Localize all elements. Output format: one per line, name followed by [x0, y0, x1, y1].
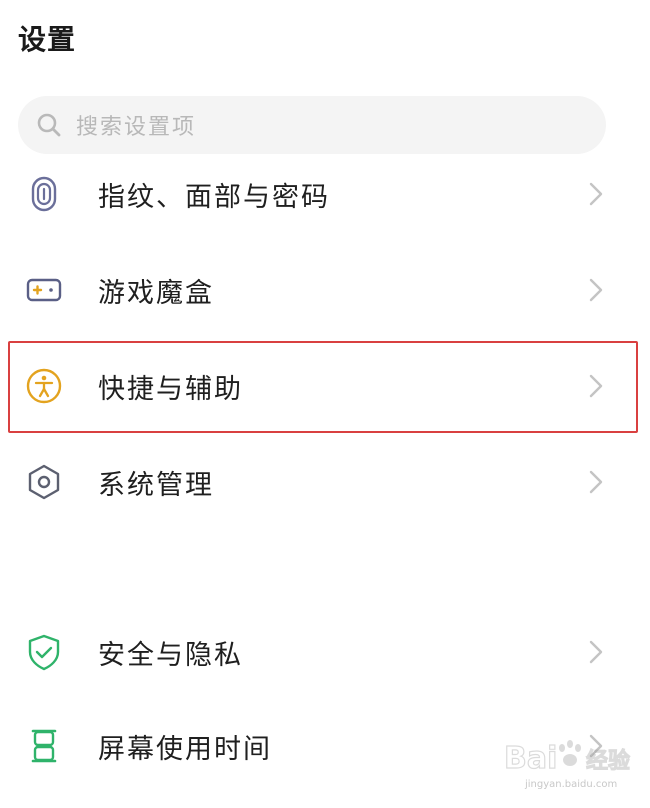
- settings-item-system-management[interactable]: 系统管理: [0, 434, 650, 530]
- settings-item-fingerprint[interactable]: 指纹、面部与密码: [0, 146, 650, 242]
- svg-text:Bai: Bai: [504, 741, 557, 776]
- shield-check-icon: [22, 630, 66, 674]
- chevron-right-icon: [586, 637, 606, 667]
- fingerprint-icon: [22, 172, 66, 216]
- settings-item-label: 安全与隐私: [98, 639, 243, 671]
- settings-item-shortcuts-accessibility[interactable]: 快捷与辅助: [0, 338, 650, 434]
- search-icon: [36, 112, 62, 138]
- chevron-right-icon: [586, 467, 606, 497]
- settings-item-security-privacy[interactable]: 安全与隐私: [0, 604, 650, 700]
- page-title: 设置: [18, 23, 77, 56]
- chevron-right-icon: [586, 275, 606, 305]
- settings-item-game-box[interactable]: 游戏魔盒: [0, 242, 650, 338]
- accessibility-icon: [22, 364, 66, 408]
- settings-item-label: 快捷与辅助: [98, 373, 243, 405]
- hourglass-icon: [22, 724, 66, 768]
- svg-text:经验: 经验: [586, 748, 630, 774]
- settings-hexagon-icon: [22, 460, 66, 504]
- settings-item-label: 系统管理: [98, 469, 214, 501]
- settings-item-label: 游戏魔盒: [98, 277, 214, 309]
- chevron-right-icon: [586, 371, 606, 401]
- settings-item-label: 屏幕使用时间: [98, 733, 272, 765]
- settings-item-label: 指纹、面部与密码: [98, 181, 330, 213]
- search-input[interactable]: 搜索设置项: [76, 109, 196, 141]
- settings-screen: 设置 搜索设置项 指纹、面部与密码 游戏魔盒 快捷与辅助 系统管理 安全与隐私 …: [0, 0, 650, 808]
- gamepad-icon: [22, 268, 66, 312]
- chevron-right-icon: [586, 179, 606, 209]
- watermark-url: jingyan.baidu.com: [525, 779, 618, 790]
- baidu-watermark-logo: Bai 经验: [500, 730, 640, 786]
